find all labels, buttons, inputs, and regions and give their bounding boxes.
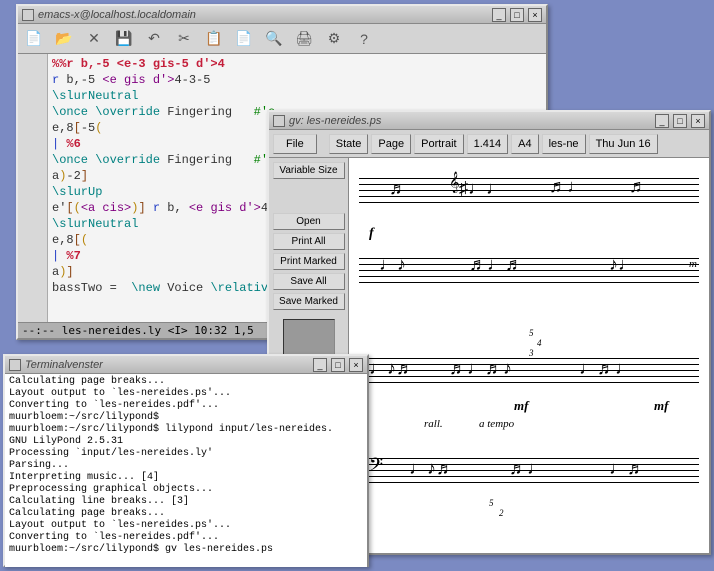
save-icon[interactable]: 💾 <box>114 29 134 49</box>
window-menu-icon[interactable] <box>9 359 21 371</box>
notes-icon: ♬♩♬♪ <box>449 358 512 379</box>
paste-icon[interactable]: 📄 <box>234 29 254 49</box>
close-button[interactable]: × <box>349 358 363 372</box>
maximize-button[interactable]: □ <box>673 114 687 128</box>
score-canvas[interactable]: ♬ 𝄞 ♯♩♩ ♬♩ ♬ f ♩♪ ♬♩♬ ♪♩ m <box>349 158 709 553</box>
open-file-icon[interactable]: 📂 <box>54 29 74 49</box>
terminal-line: Calculating page breaks... <box>9 508 363 520</box>
terminal-line: Calculating page breaks... <box>9 376 363 388</box>
fingering-4: 4 <box>537 338 542 348</box>
terminal-line: Processing `input/les-nereides.ly' <box>9 448 363 460</box>
notes-icon: ♪♩ <box>609 254 636 275</box>
help-icon[interactable]: ? <box>354 29 374 49</box>
undo-icon[interactable]: ↶ <box>144 29 164 49</box>
code-line: r b,-5 <e gis d'>4-3-5 <box>52 72 544 88</box>
notes-icon: ♬ <box>629 176 647 197</box>
marking-m: m <box>689 258 697 270</box>
gv-title: gv: les-nereides.ps <box>289 115 651 127</box>
tempo-rall: rall. <box>424 418 443 430</box>
music-score: ♬ 𝄞 ♯♩♩ ♬♩ ♬ f ♩♪ ♬♩♬ ♪♩ m <box>349 158 709 553</box>
notes-icon: ♬♩ <box>509 458 545 479</box>
print-marked-button[interactable]: Print Marked <box>273 253 345 270</box>
save-marked-button[interactable]: Save Marked <box>273 293 345 310</box>
terminal-line: Converting to `les-nereides.pdf'... <box>9 532 363 544</box>
cut-icon[interactable]: ✂ <box>174 29 194 49</box>
editor-gutter <box>18 54 48 322</box>
page-button[interactable]: Page <box>371 134 411 154</box>
maximize-button[interactable]: □ <box>331 358 345 372</box>
terminal-output[interactable]: Calculating page breaks...Layout output … <box>5 374 367 567</box>
terminal-line: Interpreting music... [4] <box>9 472 363 484</box>
gv-toolbar: File State Page Portrait 1.414 A4 les-ne… <box>269 130 709 158</box>
window-menu-icon[interactable] <box>273 115 285 127</box>
open-button[interactable]: Open <box>273 213 345 230</box>
tempo-atempo: a tempo <box>479 418 514 430</box>
minimize-button[interactable]: _ <box>313 358 327 372</box>
dynamic-mf: mf <box>654 398 668 414</box>
preferences-icon[interactable]: ⚙ <box>324 29 344 49</box>
copy-icon[interactable]: 📋 <box>204 29 224 49</box>
terminal-line: Calculating line breaks... [3] <box>9 496 363 508</box>
notes-icon: ♬ <box>389 178 407 199</box>
notes-icon: ♬♩♬ <box>469 254 523 275</box>
minimize-button[interactable]: _ <box>492 8 506 22</box>
fingering-2: 2 <box>499 508 504 518</box>
print-icon[interactable]: 🖨 <box>294 29 314 49</box>
fingering-3: 3 <box>529 348 534 358</box>
notes-icon: ♩♪♬ <box>409 458 454 479</box>
terminal-line: Converting to `les-nereides.pdf'... <box>9 400 363 412</box>
code-line: %%r b,-5 <e-3 gis-5 d'>4 <box>52 56 544 72</box>
fingering-5: 5 <box>529 328 534 338</box>
paper-button[interactable]: A4 <box>511 134 538 154</box>
notes-icon: ♬♩ <box>549 176 585 197</box>
bass-clef-icon: 𝄢 <box>369 454 383 480</box>
file-menu-button[interactable]: File <box>273 134 317 154</box>
variable-size-button[interactable]: Variable Size <box>273 162 345 179</box>
zoom-button[interactable]: 1.414 <box>467 134 509 154</box>
date-label: Thu Jun 16 <box>589 134 658 154</box>
maximize-button[interactable]: □ <box>510 8 524 22</box>
emacs-title: emacs-x@localhost.localdomain <box>38 9 488 21</box>
notes-icon: ♯♩♩ <box>459 178 504 199</box>
minimize-button[interactable]: _ <box>655 114 669 128</box>
gv-titlebar[interactable]: gv: les-nereides.ps _ □ × <box>269 112 709 130</box>
terminal-line: Parsing... <box>9 460 363 472</box>
dynamic-f: f <box>369 226 374 242</box>
emacs-titlebar[interactable]: emacs-x@localhost.localdomain _ □ × <box>18 6 546 24</box>
close-button[interactable]: × <box>528 8 542 22</box>
document-button[interactable]: les-ne <box>542 134 586 154</box>
close-button[interactable]: × <box>691 114 705 128</box>
emacs-toolbar: 📄 📂 ✕ 💾 ↶ ✂ 📋 📄 🔍 🖨 ⚙ ? <box>18 24 546 54</box>
kill-buffer-icon[interactable]: ✕ <box>84 29 104 49</box>
new-file-icon[interactable]: 📄 <box>24 29 44 49</box>
terminal-window: Terminalvenster _ □ × Calculating page b… <box>3 354 369 567</box>
search-icon[interactable]: 🔍 <box>264 29 284 49</box>
terminal-line: muurbloem:~/src/lilypond$ gv les-nereide… <box>9 544 363 556</box>
notes-icon: ♩♪ <box>379 254 406 275</box>
terminal-line: Layout output to `les-nereides.ps'... <box>9 388 363 400</box>
notes-icon: ♩♪♬ <box>369 358 414 379</box>
fingering-5: 5 <box>489 498 494 508</box>
terminal-title: Terminalvenster <box>25 359 309 371</box>
terminal-line: GNU LilyPond 2.5.31 <box>9 436 363 448</box>
terminal-line: muurbloem:~/src/lilypond$ lilypond input… <box>9 424 363 436</box>
terminal-line: Preprocessing graphical objects... <box>9 484 363 496</box>
dynamic-mf: mf <box>514 398 528 414</box>
state-button[interactable]: State <box>329 134 369 154</box>
notes-icon: ♩♬ <box>609 458 645 479</box>
orientation-button[interactable]: Portrait <box>414 134 463 154</box>
window-menu-icon[interactable] <box>22 9 34 21</box>
terminal-line: Layout output to `les-nereides.ps'... <box>9 520 363 532</box>
notes-icon: ♩♬♩ <box>579 358 633 379</box>
terminal-titlebar[interactable]: Terminalvenster _ □ × <box>5 356 367 374</box>
terminal-line: muurbloem:~/src/lilypond$ <box>9 412 363 424</box>
page-thumbnail[interactable] <box>283 319 335 355</box>
save-all-button[interactable]: Save All <box>273 273 345 290</box>
print-all-button[interactable]: Print All <box>273 233 345 250</box>
code-line: \slurNeutral <box>52 88 544 104</box>
